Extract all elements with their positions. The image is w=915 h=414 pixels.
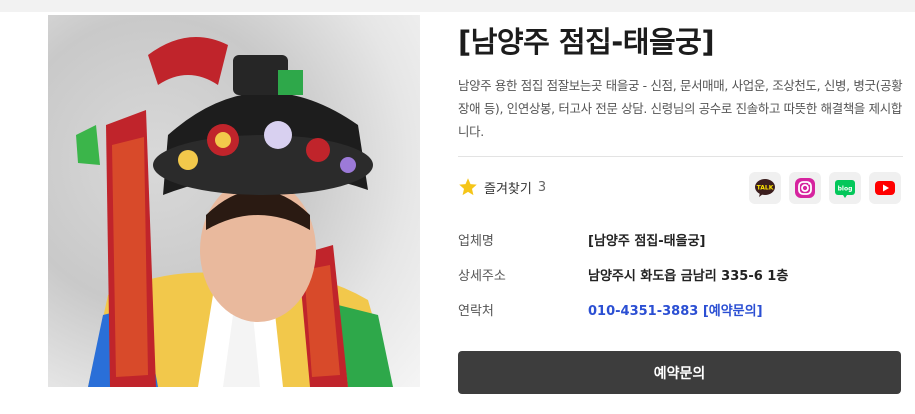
profile-description: 남양주 용한 점집 점잘보는곳 태을궁 - 신점, 문서매매, 사업운, 조상천… [458,78,903,139]
detail-row-contact: 연락처 010-4351-3883 [예약문의] [458,292,903,327]
detail-label: 연락처 [458,304,494,319]
svg-text:blog: blog [838,186,853,193]
favorite-button[interactable]: 즐겨찾기 3 [458,175,546,199]
blog-icon: blog [835,180,855,198]
svg-text:TALK: TALK [757,185,774,192]
reserve-button[interactable]: 예약문의 [458,351,901,394]
detail-row-address: 상세주소 남양주시 화도읍 금남리 335-6 1층 [458,257,903,292]
page-title: [남양주 점집-태을궁] [458,25,715,59]
contact-link[interactable]: 010-4351-3883 [예약문의] [588,300,763,319]
top-bar [0,0,915,12]
detail-label: 상세주소 [458,269,506,284]
sns-links: TALK blog [749,172,901,204]
shaman-portrait [76,37,393,387]
youtube-button[interactable] [869,172,901,204]
star-icon [459,178,477,196]
divider [458,156,903,157]
address-value: 남양주시 화도읍 금남리 335-6 1층 [588,269,789,284]
business-name: [남양주 점집-태을궁] [588,234,706,249]
youtube-icon [875,181,895,195]
detail-table: 업체명 [남양주 점집-태을궁] 상세주소 남양주시 화도읍 금남리 335-6… [458,222,903,327]
favorite-count: 3 [537,179,547,195]
profile-photo [48,15,420,387]
profile-info: [남양주 점집-태을궁] 남양주 용한 점집 점잘보는곳 태을궁 - 신점, 문… [458,24,903,143]
blog-button[interactable]: blog [829,172,861,204]
kakaotalk-button[interactable]: TALK [749,172,781,204]
instagram-icon [795,178,815,198]
instagram-button[interactable] [789,172,821,204]
favorite-label: 즐겨찾기 [484,181,532,197]
kakaotalk-icon: TALK [755,179,775,197]
detail-label: 업체명 [458,234,494,249]
detail-row-business: 업체명 [남양주 점집-태을궁] [458,222,903,257]
